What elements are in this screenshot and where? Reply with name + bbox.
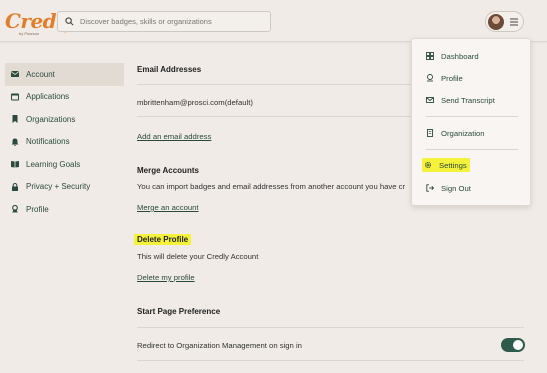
divider: [137, 360, 524, 361]
delete-profile-description: This will delete your Credly Account: [137, 252, 259, 261]
sidebar-item-organizations[interactable]: Organizations: [5, 108, 124, 131]
envelope-icon: [11, 71, 19, 78]
sidebar-item-label: Organizations: [26, 114, 76, 124]
search-icon: [65, 17, 74, 26]
search-box[interactable]: [57, 11, 271, 32]
delete-profile-heading-wrap: Delete Profile: [134, 234, 192, 245]
sidebar-item-applications[interactable]: Applications: [5, 86, 124, 109]
avatar: [488, 14, 504, 30]
menu-item-label: Sign Out: [441, 183, 471, 193]
delete-profile-link[interactable]: Delete my profile: [137, 273, 195, 282]
top-bar: Credly by Pearson: [0, 0, 547, 42]
menu-divider: [426, 149, 518, 150]
sidebar-item-privacy-security[interactable]: Privacy + Security: [5, 176, 124, 199]
badge-icon: [427, 74, 433, 82]
menu-item-dashboard[interactable]: Dashboard: [426, 49, 479, 63]
bookmark-icon: [12, 115, 18, 124]
menu-divider: [426, 116, 518, 117]
menu-item-profile[interactable]: Profile: [426, 71, 463, 85]
logo-subtitle: by Pearson: [19, 31, 40, 36]
grid-icon: [426, 52, 434, 60]
sidebar-item-label: Learning Goals: [26, 159, 81, 169]
menu-item-label: Send Transcript: [441, 95, 495, 105]
gear-icon: [424, 161, 432, 169]
divider: [137, 327, 524, 328]
sign-out-icon: [426, 184, 434, 192]
merge-account-link[interactable]: Merge an account: [137, 203, 199, 212]
sidebar-item-learning-goals[interactable]: Learning Goals: [5, 153, 124, 176]
lock-icon: [12, 182, 18, 191]
toggle-knob: [513, 340, 523, 350]
menu-item-organization[interactable]: Organization: [426, 126, 485, 140]
ribbon-icon: [12, 205, 18, 214]
bell-icon: [11, 138, 19, 146]
app-window-icon: [11, 93, 19, 101]
sidebar-item-label: Applications: [26, 92, 70, 102]
user-menu-button[interactable]: [485, 11, 524, 32]
book-icon: [11, 161, 19, 168]
hamburger-icon: [510, 18, 518, 26]
redirect-toggle[interactable]: [501, 338, 525, 352]
email-address-value: mbrittenham@prosci.com(default): [137, 98, 253, 107]
user-dropdown-menu: Dashboard Profile Send Transcript Organi…: [411, 38, 531, 206]
menu-item-send-transcript[interactable]: Send Transcript: [426, 93, 495, 107]
menu-item-label: Dashboard: [441, 51, 479, 61]
settings-sidebar: Account Applications Organizations Notif…: [5, 63, 124, 221]
menu-item-label: Organization: [441, 128, 485, 138]
merge-accounts-heading: Merge Accounts: [137, 166, 199, 175]
building-icon: [427, 129, 433, 137]
redirect-option-label: Redirect to Organization Management on s…: [137, 341, 302, 350]
merge-accounts-description: You can import badges and email addresse…: [137, 182, 406, 191]
email-addresses-heading: Email Addresses: [137, 65, 202, 74]
envelope-icon: [426, 97, 434, 103]
menu-item-settings[interactable]: Settings: [422, 158, 470, 172]
add-email-link[interactable]: Add an email address: [137, 132, 211, 141]
menu-item-sign-out[interactable]: Sign Out: [426, 181, 471, 195]
search-input[interactable]: [80, 14, 265, 29]
sidebar-item-label: Account: [26, 69, 55, 79]
sidebar-item-label: Profile: [26, 204, 49, 214]
sidebar-item-profile[interactable]: Profile: [5, 198, 124, 221]
menu-item-label: Settings: [439, 160, 467, 170]
sidebar-item-label: Notifications: [26, 137, 70, 147]
menu-item-label: Profile: [441, 73, 463, 83]
start-page-heading: Start Page Preference: [137, 307, 221, 316]
sidebar-item-notifications[interactable]: Notifications: [5, 131, 124, 154]
delete-profile-heading: Delete Profile: [134, 234, 192, 245]
sidebar-item-account[interactable]: Account: [5, 63, 124, 86]
sidebar-item-label: Privacy + Security: [26, 182, 91, 192]
